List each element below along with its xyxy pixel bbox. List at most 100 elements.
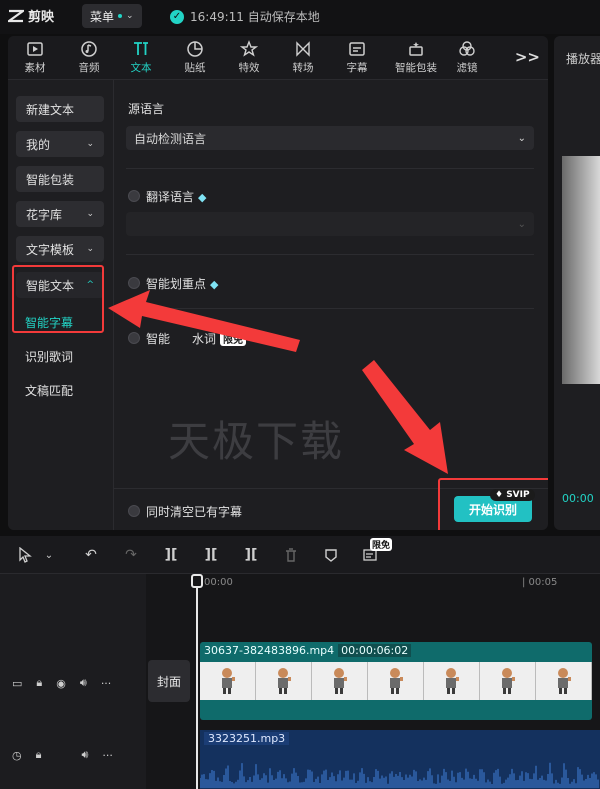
cover-button[interactable]: 封面 xyxy=(148,660,190,702)
video-clip[interactable]: 30637-382483896.mp4 00:00:06:02 xyxy=(200,642,592,720)
trash-icon xyxy=(286,548,296,562)
title-bar: 剪映 菜单 ⌄ ✓ 16:49:11 自动保存本地 xyxy=(0,0,600,34)
sidebar-item-label: 智能包装 xyxy=(26,172,75,187)
video-thumbnail xyxy=(536,662,592,700)
sidebar-item-smart-pack[interactable]: 智能包装 xyxy=(16,166,104,192)
eye-icon[interactable]: ◉ xyxy=(56,677,66,690)
video-thumbnail xyxy=(200,662,256,700)
more-icon[interactable]: ··· xyxy=(102,749,113,762)
video-duration: 00:00:06:02 xyxy=(338,644,412,657)
filter-icon xyxy=(459,41,475,56)
keyword-label-text-b: 水词 xyxy=(192,332,217,346)
video-track-controls: ▭ 🔒︎ ◉ 🔊︎ ··· xyxy=(12,676,111,690)
tab-filter[interactable]: 滤镜 xyxy=(444,40,490,78)
diamond-icon: ◆ xyxy=(210,278,219,291)
tab-subtitle[interactable]: 字幕 xyxy=(334,40,380,78)
video-thumbnails xyxy=(200,662,592,700)
translate-label: 翻译语言 ◆ xyxy=(146,188,206,205)
annotation-highlight-box xyxy=(438,478,548,530)
sidebar-item-label: 文字模板 xyxy=(26,242,75,257)
tab-media[interactable]: 素材 xyxy=(12,40,58,78)
chevron-down-icon: ⌄ xyxy=(126,11,134,21)
keyword-checkbox[interactable] xyxy=(128,332,140,344)
pointer-icon xyxy=(19,547,32,563)
tab-smart-pack[interactable]: 智能包装 xyxy=(388,40,444,78)
sidebar-item-mine[interactable]: 我的 ⌄ xyxy=(16,131,104,157)
select-pointer-icon[interactable] xyxy=(16,546,34,564)
smart-pack-icon xyxy=(409,42,423,56)
marker-icon[interactable] xyxy=(322,546,340,564)
character-thumbnail-icon xyxy=(446,668,459,694)
playhead[interactable] xyxy=(196,574,198,789)
more-tabs-icon[interactable]: >> xyxy=(515,48,540,66)
highlight-checkbox[interactable] xyxy=(128,277,140,289)
material-panel: 素材 音频 文本 贴纸 特效 转场 字幕 智能包装 滤镜 >> 新建文本 我的 … xyxy=(8,36,548,530)
chevron-down-icon: ⌄ xyxy=(86,244,94,254)
translate-language-select[interactable]: ⌄ xyxy=(126,212,534,236)
app-name: 剪映 xyxy=(28,10,55,25)
sidebar-item-font-library[interactable]: 花字库 ⌄ xyxy=(16,201,104,227)
player-time: 00:00 xyxy=(562,492,594,505)
source-language-select[interactable]: 自动检测语言 ⌄ xyxy=(126,126,534,150)
divider xyxy=(126,254,534,255)
menu-button[interactable]: 菜单 ⌄ xyxy=(82,4,142,28)
notify-dot-icon xyxy=(118,14,123,18)
audio-track-icon: ◷ xyxy=(12,748,22,762)
tab-sticker[interactable]: 贴纸 xyxy=(172,40,218,78)
character-thumbnail-icon xyxy=(334,668,347,694)
sidebar-item-text-template[interactable]: 文字模板 ⌄ xyxy=(16,236,104,262)
character-thumbnail-icon xyxy=(558,668,571,694)
tab-transition[interactable]: 转场 xyxy=(280,40,326,78)
menu-label: 菜单 xyxy=(90,9,115,24)
translate-checkbox[interactable] xyxy=(128,190,140,202)
lock-icon[interactable]: 🔒︎ xyxy=(36,676,42,690)
chevron-down-icon[interactable]: ⌄ xyxy=(40,546,58,564)
tab-label: 文本 xyxy=(130,62,152,74)
split-icon[interactable]: ][ xyxy=(162,546,180,564)
video-thumbnail xyxy=(424,662,480,700)
preview-video-frame xyxy=(562,156,600,384)
undo-icon[interactable]: ↶ xyxy=(82,546,100,564)
speaker-icon[interactable]: 🔊︎ xyxy=(81,748,88,762)
tab-audio[interactable]: 音频 xyxy=(66,40,112,78)
trim-left-icon[interactable]: ][ xyxy=(202,546,220,564)
tab-text[interactable]: 文本 xyxy=(118,40,164,78)
app-logo: 剪映 xyxy=(8,6,54,25)
tab-label: 素材 xyxy=(24,62,46,74)
sidebar-item-lyrics[interactable]: 识别歌词 xyxy=(25,348,73,365)
sidebar-item-new-text[interactable]: 新建文本 xyxy=(16,96,104,122)
limit-free-badge: 限免 xyxy=(220,331,247,346)
video-thumbnail xyxy=(312,662,368,700)
trim-right-icon[interactable]: ][ xyxy=(242,546,260,564)
annotation-highlight-box xyxy=(12,265,104,333)
more-icon[interactable]: ··· xyxy=(101,677,112,690)
watermark: 天极下载 xyxy=(168,417,345,466)
playhead-handle[interactable] xyxy=(191,574,203,588)
tab-label: 贴纸 xyxy=(184,62,206,74)
video-thumbnail xyxy=(368,662,424,700)
save-status-text: 16:49:11 自动保存本地 xyxy=(190,10,320,24)
tab-effects[interactable]: 特效 xyxy=(226,40,272,78)
capcut-logo-icon xyxy=(8,9,24,22)
chevron-down-icon: ⌄ xyxy=(86,139,94,149)
player-panel: 播放器 00:00 xyxy=(554,36,600,530)
diamond-icon: ◆ xyxy=(198,191,207,204)
character-thumbnail-icon xyxy=(502,668,515,694)
text-sidebar: 新建文本 我的 ⌄ 智能包装 花字库 ⌄ 文字模板 ⌄ 智能文本 ^ 智能字幕 … xyxy=(8,80,114,530)
keyword-label: 智能 水词 限免 xyxy=(146,330,247,347)
video-name: 30637-382483896.mp4 xyxy=(204,644,335,657)
save-status: ✓ 16:49:11 自动保存本地 xyxy=(170,8,320,25)
audio-clip[interactable]: 3323251.mp3 xyxy=(200,730,600,789)
timeline-toolbar: ⌄ ↶ ↷ ][ ][ ][ 限免 xyxy=(0,536,600,574)
category-toolbar: 素材 音频 文本 贴纸 特效 转场 字幕 智能包装 滤镜 >> xyxy=(8,36,548,80)
lock-icon[interactable]: 🔒︎ xyxy=(36,748,42,762)
speaker-icon[interactable]: 🔊︎ xyxy=(80,676,87,690)
audio-icon xyxy=(81,41,97,57)
source-language-label: 源语言 xyxy=(128,102,165,116)
effects-icon xyxy=(240,40,258,57)
sidebar-item-doc-match[interactable]: 文稿匹配 xyxy=(25,382,73,399)
audio-track-controls: ◷ 🔒︎ 🔊︎ ··· xyxy=(12,748,113,762)
timeline-ruler[interactable]: 00:00 | 00:05 xyxy=(146,574,600,598)
limit-free-badge: 限免 xyxy=(370,538,393,551)
clear-subtitle-checkbox[interactable] xyxy=(128,505,140,517)
